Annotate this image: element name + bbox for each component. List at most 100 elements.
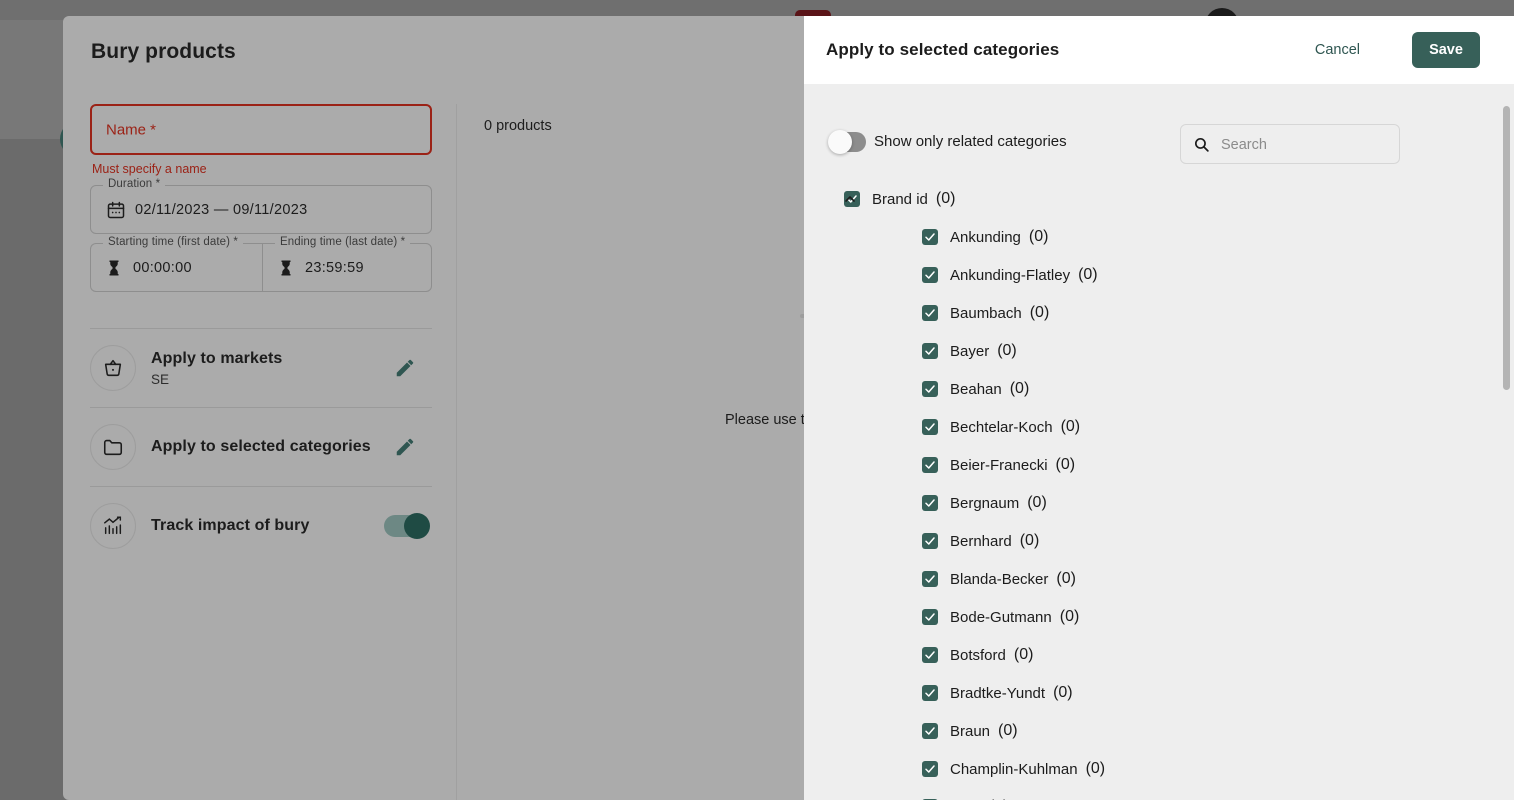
starting-time-value: 00:00:00 bbox=[133, 259, 192, 276]
hourglass-icon bbox=[105, 258, 125, 278]
tree-item[interactable]: Ankunding (0) bbox=[804, 218, 1514, 256]
panel-divider bbox=[456, 104, 457, 800]
folder-icon bbox=[90, 424, 136, 470]
tree-item-count: (0) bbox=[1009, 380, 1030, 397]
apply-to-markets-text: Apply to markets SE bbox=[151, 350, 282, 387]
tree-item-label: Botsford bbox=[950, 646, 1006, 664]
calendar-icon bbox=[106, 200, 126, 220]
tree-item-checkbox[interactable] bbox=[922, 571, 938, 587]
modal-title: Bury products bbox=[91, 40, 236, 63]
tree-item[interactable]: Bayer (0) bbox=[804, 332, 1514, 370]
drawer-header: Apply to selected categories Cancel Save bbox=[804, 16, 1514, 84]
bury-form: Name * Must specify a name Duration * 02… bbox=[90, 104, 432, 565]
tree-item-checkbox[interactable] bbox=[922, 419, 938, 435]
drawer-title: Apply to selected categories bbox=[826, 40, 1060, 59]
tree-item-checkbox[interactable] bbox=[922, 229, 938, 245]
name-input-wrapper[interactable]: Name * bbox=[90, 104, 432, 155]
tree-root-label: Brand id bbox=[872, 190, 928, 208]
tree-item-count: (0) bbox=[1027, 494, 1047, 511]
tree-item[interactable]: Beahan (0) bbox=[804, 370, 1514, 408]
tree-item-label: Beahan bbox=[950, 380, 1002, 398]
tree-item-checkbox[interactable] bbox=[922, 457, 938, 473]
search-icon bbox=[1194, 137, 1209, 152]
tree-item-count: (0) bbox=[1056, 570, 1076, 587]
tree-item-checkbox[interactable] bbox=[922, 343, 938, 359]
duration-field[interactable]: Duration * 02/11/2023 — 09/11/2023 bbox=[90, 178, 432, 234]
tree-item[interactable]: Braun (0) bbox=[804, 712, 1514, 750]
toggle-knob bbox=[828, 130, 852, 154]
tree-item-count: (0) bbox=[1013, 646, 1034, 663]
ending-time-value: 23:59:59 bbox=[305, 259, 364, 276]
basket-icon bbox=[90, 345, 136, 391]
tree-item[interactable]: Champlin-Kuhlman (0) bbox=[804, 750, 1514, 788]
tree-item-label: Ankunding bbox=[950, 228, 1021, 246]
tree-item[interactable]: Blanda-Becker (0) bbox=[804, 560, 1514, 598]
tree-item-label: Baumbach bbox=[950, 304, 1022, 322]
tree-item-count: (0) bbox=[1019, 532, 1040, 549]
edit-pencil-icon[interactable] bbox=[394, 357, 416, 379]
apply-to-markets-title: Apply to markets bbox=[151, 349, 283, 367]
tree-item-label: Blanda-Becker bbox=[950, 570, 1049, 588]
track-impact-toggle[interactable] bbox=[384, 513, 430, 539]
chevron-up-icon[interactable] bbox=[842, 191, 858, 207]
tree-item-count: (0) bbox=[1053, 684, 1073, 701]
tree-item-checkbox[interactable] bbox=[922, 723, 938, 739]
apply-to-categories-title: Apply to selected categories bbox=[151, 438, 371, 455]
tree-item[interactable]: Baumbach (0) bbox=[804, 294, 1514, 332]
drawer-body: Show only related categories Search Bran… bbox=[804, 84, 1514, 800]
tree-item-checkbox[interactable] bbox=[922, 305, 938, 321]
tree-item[interactable]: Ankunding-Flatley (0) bbox=[804, 256, 1514, 294]
starting-time-field[interactable]: Starting time (first date) * 00:00:00 bbox=[90, 236, 262, 292]
duration-legend: Duration * bbox=[103, 178, 166, 190]
starting-time-legend: Starting time (first date) * bbox=[103, 236, 243, 248]
tree-item-checkbox[interactable] bbox=[922, 495, 938, 511]
tree-item-label: Champlin-Kuhlman bbox=[950, 760, 1078, 778]
drawer-filter-row: Show only related categories bbox=[804, 124, 1514, 172]
tree-item[interactable]: Bergnaum (0) bbox=[804, 484, 1514, 522]
apply-to-markets-row[interactable]: Apply to markets SE bbox=[90, 329, 432, 407]
drawer-scrollbar[interactable] bbox=[1503, 106, 1510, 390]
chart-trend-icon bbox=[90, 503, 136, 549]
tree-item-checkbox[interactable] bbox=[922, 761, 938, 777]
tree-item[interactable]: Cole(0) bbox=[804, 788, 1514, 800]
tree-item-checkbox[interactable] bbox=[922, 533, 938, 549]
products-empty-hint: Please use t bbox=[725, 412, 805, 428]
hourglass-icon bbox=[277, 258, 297, 278]
edit-pencil-icon[interactable] bbox=[394, 436, 416, 458]
ending-time-field[interactable]: Ending time (last date) * 23:59:59 bbox=[262, 236, 432, 292]
duration-value: 02/11/2023 — 09/11/2023 bbox=[135, 201, 308, 218]
toggle-knob bbox=[404, 513, 430, 539]
tree-item[interactable]: Bradtke-Yundt (0) bbox=[804, 674, 1514, 712]
show-related-toggle[interactable] bbox=[828, 130, 866, 154]
tree-item-count: (0) bbox=[1059, 608, 1080, 625]
tree-item[interactable]: Botsford (0) bbox=[804, 636, 1514, 674]
tree-item-checkbox[interactable] bbox=[922, 685, 938, 701]
save-button[interactable]: Save bbox=[1412, 32, 1480, 68]
tree-item-label: Braun bbox=[950, 722, 991, 740]
tree-item[interactable]: Bechtelar-Koch (0) bbox=[804, 408, 1514, 446]
search-input[interactable] bbox=[1219, 125, 1399, 165]
tree-item-label: Bradtke-Yundt bbox=[950, 684, 1046, 702]
tree-item-checkbox[interactable] bbox=[922, 647, 938, 663]
tree-item-count: (0) bbox=[1055, 456, 1076, 473]
cancel-button[interactable]: Cancel bbox=[1307, 36, 1368, 64]
tree-item-checkbox[interactable] bbox=[922, 609, 938, 625]
apply-to-categories-row[interactable]: Apply to selected categories bbox=[90, 408, 432, 486]
track-impact-row[interactable]: Track impact of bury bbox=[90, 487, 432, 565]
product-count-label: 0 products bbox=[484, 118, 552, 134]
apply-to-markets-subtitle: SE bbox=[151, 371, 170, 387]
tree-item[interactable]: Bode-Gutmann (0) bbox=[804, 598, 1514, 636]
tree-root-brand-id[interactable]: Brand id (0) bbox=[804, 180, 1514, 218]
tree-item[interactable]: Beier-Franecki (0) bbox=[804, 446, 1514, 484]
search-box[interactable] bbox=[1180, 124, 1400, 165]
track-impact-title: Track impact of bury bbox=[151, 517, 310, 534]
tree-root-count: (0) bbox=[935, 190, 956, 207]
tree-item[interactable]: Bernhard (0) bbox=[804, 522, 1514, 560]
tree-item-count: (0) bbox=[998, 722, 1018, 739]
time-fields-row: Starting time (first date) * 00:00:00 En… bbox=[90, 236, 432, 292]
tree-item-count: (0) bbox=[1078, 266, 1098, 283]
name-error-text: Must specify a name bbox=[92, 162, 207, 176]
tree-item-checkbox[interactable] bbox=[922, 381, 938, 397]
name-field-label: Name * bbox=[106, 121, 157, 138]
tree-item-checkbox[interactable] bbox=[922, 267, 938, 283]
